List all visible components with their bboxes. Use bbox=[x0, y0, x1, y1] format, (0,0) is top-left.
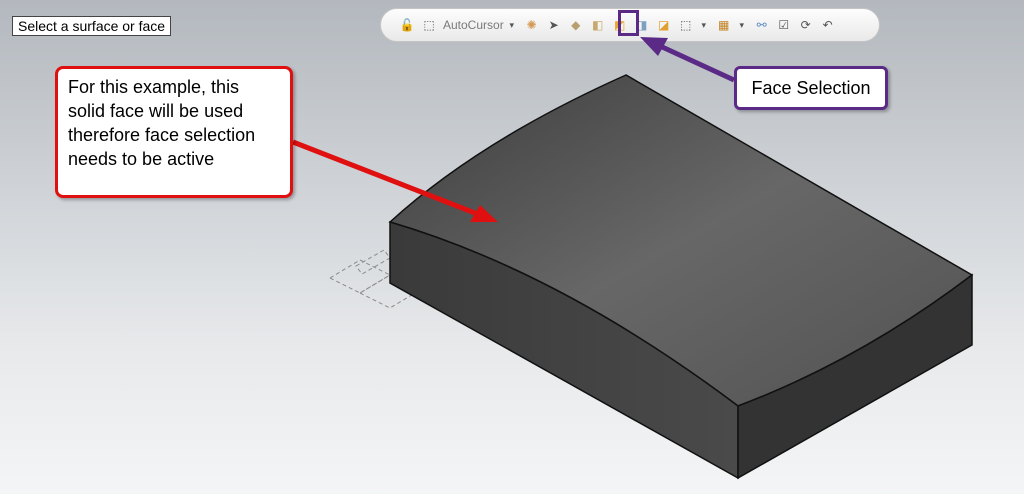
purple-arrow bbox=[640, 37, 736, 83]
face-selection-callout: Face Selection bbox=[734, 66, 888, 110]
face-callout: For this example, this solid face will b… bbox=[55, 66, 293, 198]
solid-body[interactable] bbox=[388, 74, 974, 480]
